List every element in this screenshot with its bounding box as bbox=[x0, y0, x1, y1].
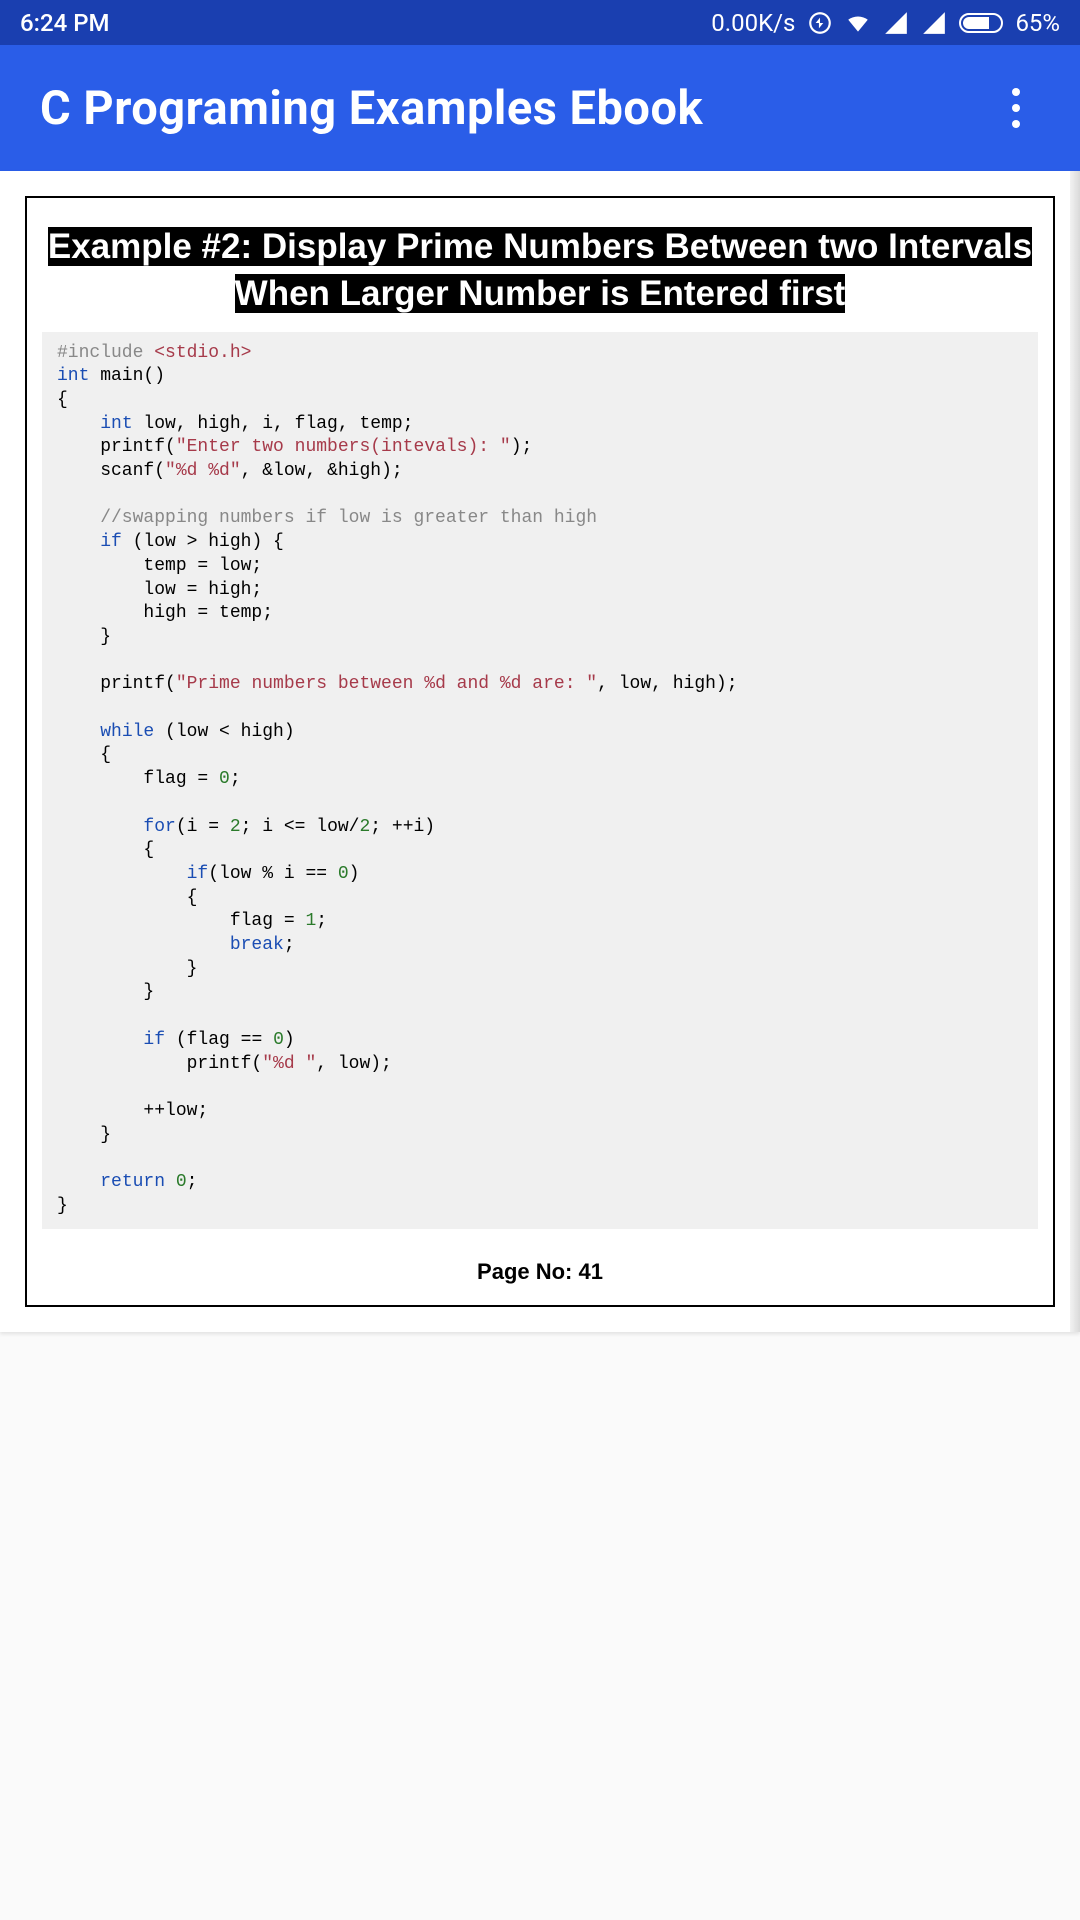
example-title-text: Example #2: Display Prime Numbers Betwee… bbox=[48, 227, 1032, 313]
alarm-icon bbox=[807, 10, 833, 36]
page-edge-shadow bbox=[1070, 171, 1080, 1332]
wifi-icon bbox=[845, 10, 871, 36]
app-title: C Programing Examples Ebook bbox=[40, 81, 703, 136]
status-bar: 6:24 PM 0.00K/s 65% bbox=[0, 0, 1080, 45]
battery-icon bbox=[959, 13, 1003, 33]
code-block: #include <stdio.h> int main() { int low,… bbox=[42, 332, 1038, 1229]
page-frame: Example #2: Display Prime Numbers Betwee… bbox=[25, 196, 1055, 1307]
signal-icon-2 bbox=[921, 10, 947, 36]
status-icons: 0.00K/s 65% bbox=[711, 9, 1060, 37]
status-time: 6:24 PM bbox=[20, 9, 110, 37]
more-vert-icon bbox=[1012, 88, 1020, 128]
example-title: Example #2: Display Prime Numbers Betwee… bbox=[47, 223, 1033, 318]
network-speed: 0.00K/s bbox=[711, 9, 795, 37]
battery-percent: 65% bbox=[1015, 9, 1060, 37]
page-number: Page No: 41 bbox=[27, 1259, 1053, 1285]
signal-icon bbox=[883, 10, 909, 36]
page-viewer[interactable]: Example #2: Display Prime Numbers Betwee… bbox=[0, 171, 1080, 1332]
app-bar: C Programing Examples Ebook bbox=[0, 45, 1080, 171]
more-options-button[interactable] bbox=[992, 84, 1040, 132]
